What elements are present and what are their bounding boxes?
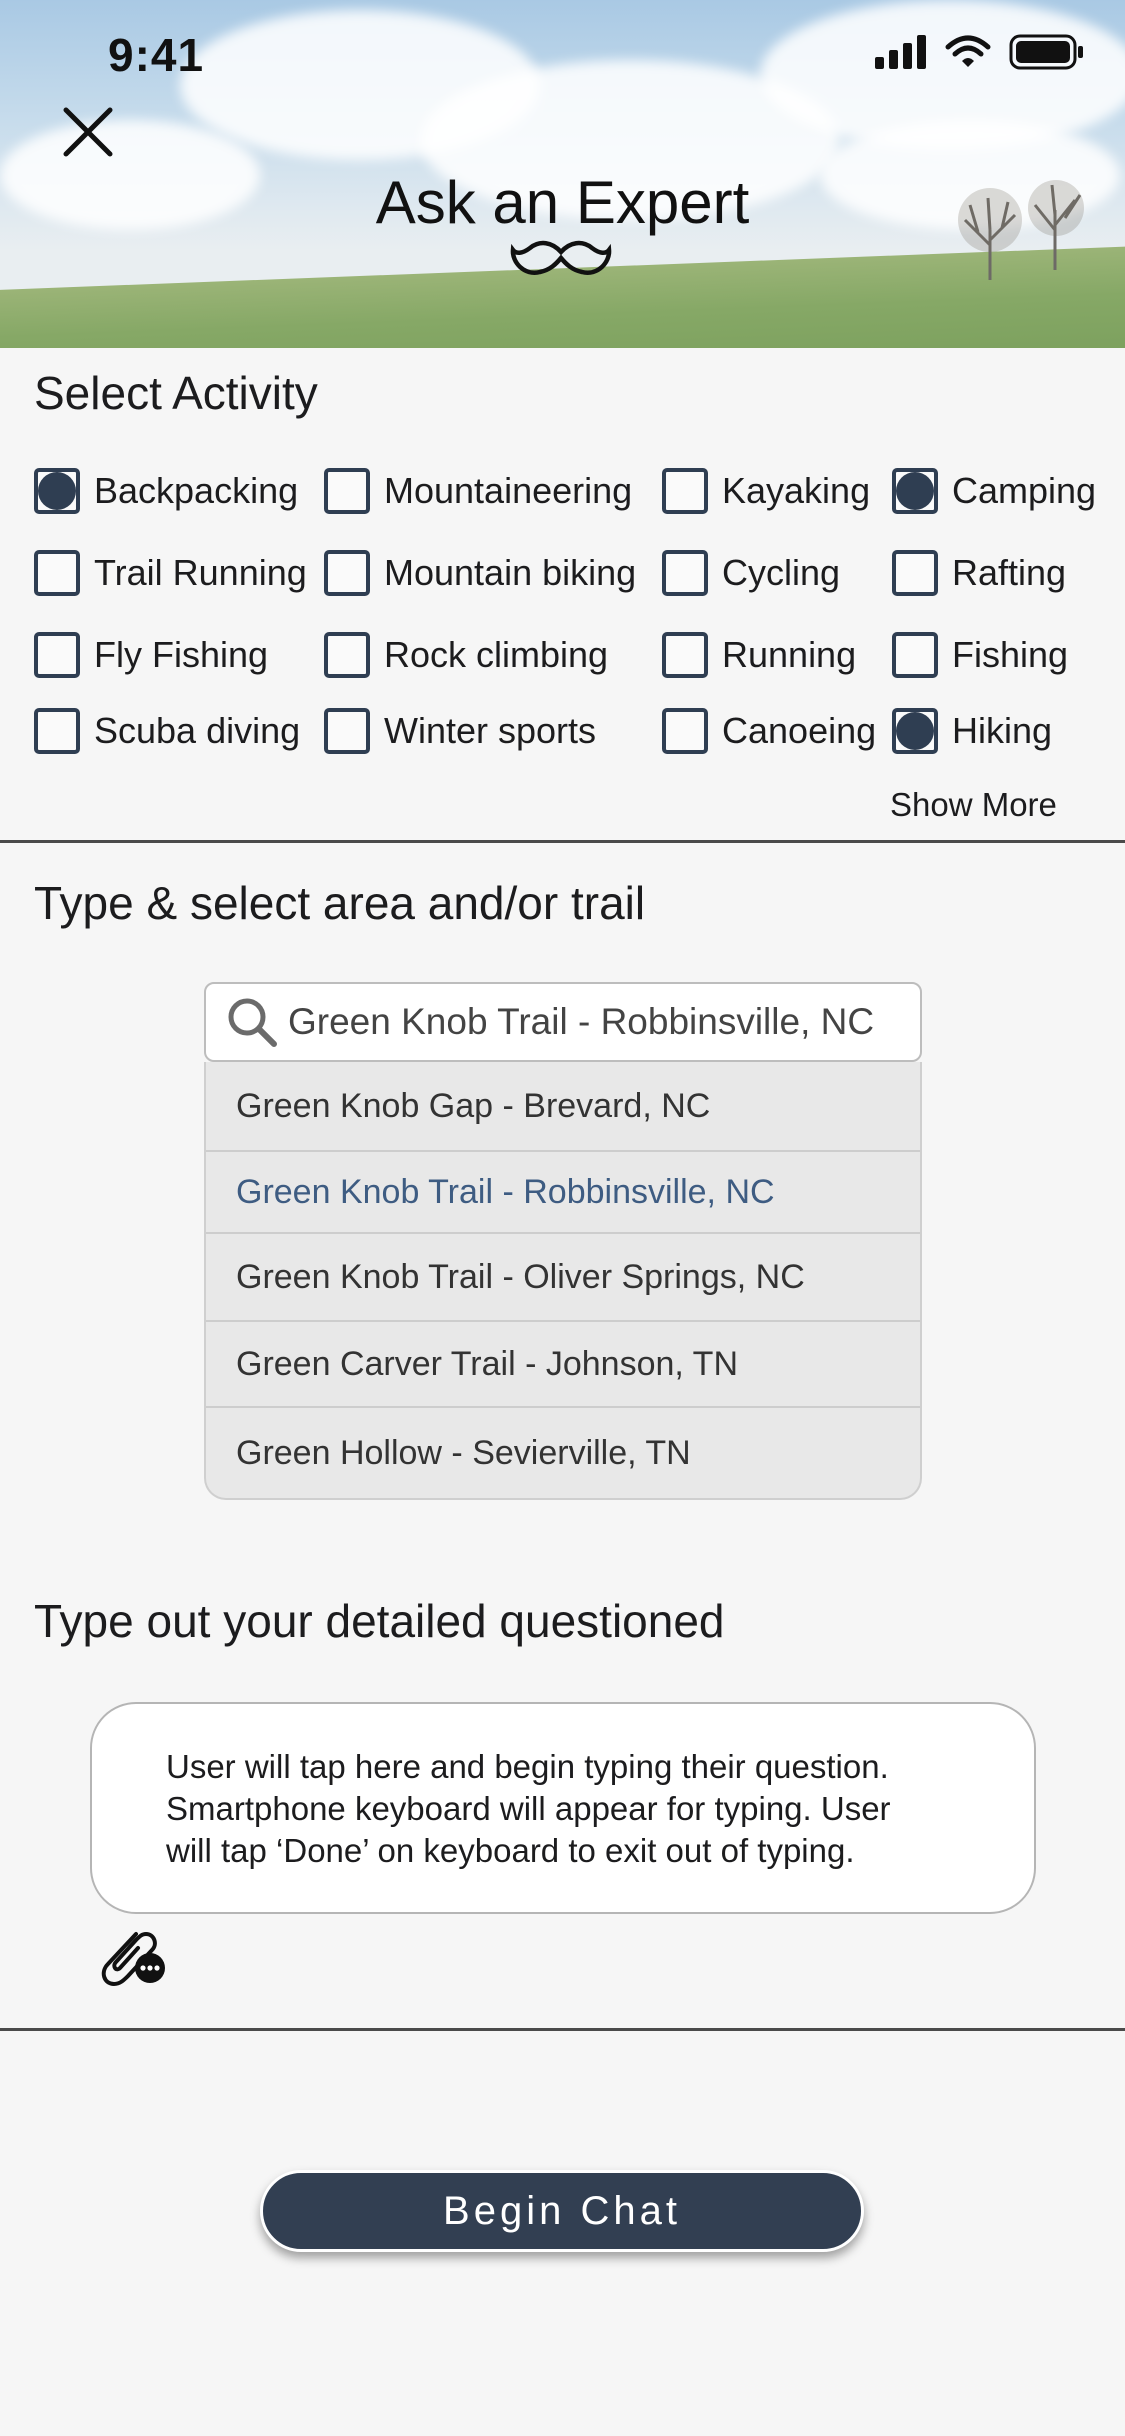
question-textarea[interactable]: User will tap here and begin typing thei… (90, 1702, 1036, 1914)
activity-label: Kayaking (722, 470, 871, 511)
area-search-input[interactable] (288, 1001, 908, 1043)
checkbox-box[interactable] (892, 632, 938, 678)
checkbox-box[interactable] (662, 468, 708, 514)
checkbox-box[interactable] (34, 468, 80, 514)
show-more-link[interactable]: Show More (890, 786, 1057, 824)
signal-icon (875, 35, 926, 69)
activity-label: Rock climbing (384, 634, 609, 675)
checkbox-check-indicator (896, 712, 934, 750)
wifi-icon (945, 35, 991, 67)
battery-icon (1009, 34, 1083, 70)
close-button[interactable] (58, 102, 118, 162)
activity-checkbox[interactable]: Scuba diving (34, 708, 300, 754)
checkbox-box[interactable] (892, 550, 938, 596)
checkbox-box[interactable] (34, 632, 80, 678)
search-icon (228, 998, 277, 1047)
divider (0, 2028, 1125, 2031)
question-placeholder-line: Smartphone keyboard will appear for typi… (166, 1790, 891, 1827)
activity-label: Fishing (952, 634, 1069, 675)
activity-label: Trail Running (94, 552, 307, 593)
suggestion-item[interactable]: Green Hollow - Sevierville, TN (206, 1408, 920, 1498)
activity-section-title: Select Activity (34, 367, 318, 419)
activity-label: Hiking (952, 710, 1053, 751)
activity-checkbox[interactable]: Fly Fishing (34, 632, 268, 678)
activity-checkbox[interactable]: Rafting (892, 550, 1066, 596)
header-banner: 9:41 Ask an Expert (0, 0, 1125, 348)
suggestion-item[interactable]: Green Knob Gap - Brevard, NC (206, 1062, 920, 1152)
checkbox-box[interactable] (662, 708, 708, 754)
activity-checkbox[interactable]: Trail Running (34, 550, 307, 596)
divider (0, 840, 1125, 843)
activity-checkbox[interactable]: Fishing (892, 632, 1068, 678)
activity-label: Backpacking (94, 470, 299, 511)
question-section-title: Type out your detailed questioned (34, 1595, 725, 1647)
activity-checkbox[interactable]: Canoeing (662, 708, 876, 754)
activity-checkbox[interactable]: Rock climbing (324, 632, 608, 678)
activity-checkbox[interactable]: Backpacking (34, 468, 298, 514)
area-section-title: Type & select area and/or trail (34, 877, 646, 929)
activity-checkbox[interactable]: Mountain biking (324, 550, 636, 596)
checkbox-box[interactable] (324, 632, 370, 678)
activity-checkbox[interactable]: Running (662, 632, 856, 678)
activity-label: Running (722, 634, 857, 675)
status-time: 9:41 (108, 29, 205, 81)
activity-label: Fly Fishing (94, 634, 269, 675)
activity-checkbox[interactable]: Camping (892, 468, 1096, 514)
activity-label: Camping (952, 470, 1097, 511)
suggestion-item[interactable]: Green Knob Trail - Oliver Springs, NC (206, 1234, 920, 1322)
activity-label: Mountain biking (384, 552, 637, 593)
checkbox-box[interactable] (34, 550, 80, 596)
activity-checkbox[interactable]: Mountaineering (324, 468, 632, 514)
activity-label: Cycling (722, 552, 841, 593)
checkbox-box[interactable] (892, 468, 938, 514)
checkbox-box[interactable] (324, 550, 370, 596)
activity-label: Rafting (952, 552, 1067, 593)
attachment-icon[interactable] (96, 1924, 170, 1990)
status-icons (875, 34, 1085, 70)
question-placeholder-line: will tap ‘Done’ on keyboard to exit out … (166, 1832, 855, 1869)
activity-checkbox[interactable]: Hiking (892, 708, 1052, 754)
question-placeholder-line: User will tap here and begin typing thei… (166, 1748, 889, 1785)
begin-chat-button[interactable]: Begin Chat (260, 2170, 864, 2252)
suggestion-item[interactable]: Green Knob Trail - Robbinsville, NC (206, 1152, 920, 1234)
checkbox-check-indicator (896, 472, 934, 510)
activity-label: Canoeing (722, 710, 877, 751)
activity-checkbox[interactable]: Winter sports (324, 708, 596, 754)
checkbox-box[interactable] (662, 550, 708, 596)
activity-label: Scuba diving (94, 710, 301, 751)
checkbox-box[interactable] (892, 708, 938, 754)
checkbox-box[interactable] (662, 632, 708, 678)
checkbox-box[interactable] (34, 708, 80, 754)
checkbox-check-indicator (38, 472, 76, 510)
activity-checkbox[interactable]: Cycling (662, 550, 840, 596)
page-title: Ask an Expert (375, 169, 750, 236)
area-search-box[interactable] (204, 982, 922, 1062)
checkbox-box[interactable] (324, 468, 370, 514)
activity-label: Winter sports (384, 710, 597, 751)
suggestion-item[interactable]: Green Carver Trail - Johnson, TN (206, 1322, 920, 1408)
activity-checkbox[interactable]: Kayaking (662, 468, 870, 514)
close-icon (63, 107, 113, 157)
checkbox-box[interactable] (324, 708, 370, 754)
activity-label: Mountaineering (384, 470, 633, 511)
mustache-icon (510, 240, 612, 275)
area-suggestions-dropdown: Green Knob Gap - Brevard, NC Green Knob T… (204, 1062, 922, 1500)
